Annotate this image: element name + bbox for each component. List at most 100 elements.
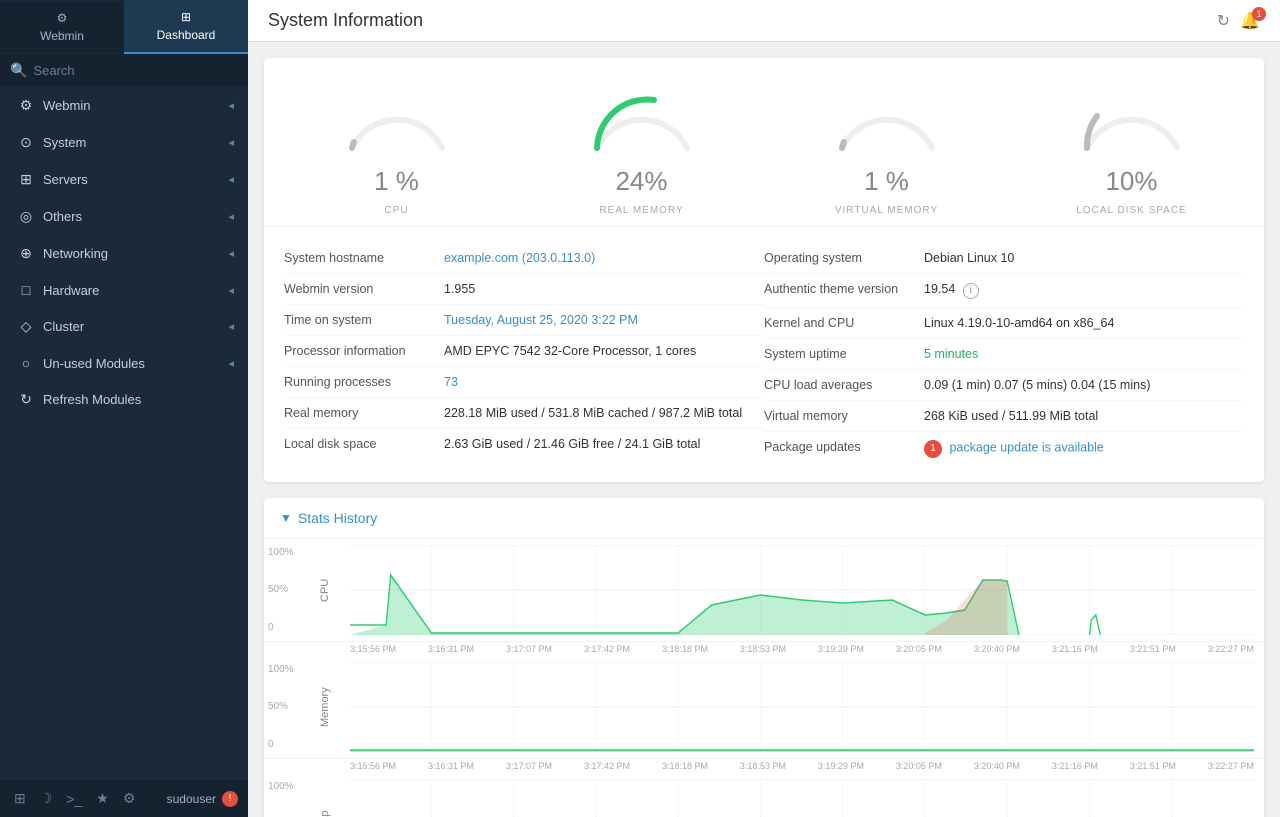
info-key-uptime: System uptime: [764, 347, 914, 361]
memory-chart-section: 100% 50% 0 Memory: [264, 656, 1264, 773]
real-memory-gauge-value: 24%: [615, 166, 667, 197]
local-disk-gauge-label: LOCAL DISK SPACE: [1076, 205, 1186, 216]
cpu-y-labels: 100% 50% 0: [264, 545, 300, 635]
cpu-chart-label: CPU: [300, 545, 350, 635]
info-row-package-updates: Package updates 1 package update is avai…: [764, 432, 1244, 466]
swap-chart-area: [350, 779, 1264, 817]
swap-chart-svg: [350, 779, 1254, 817]
cluster-nav-icon: ◇: [17, 318, 35, 335]
local-disk-gauge-svg: [1072, 78, 1192, 158]
info-val-load: 0.09 (1 min) 0.07 (5 mins) 0.04 (15 mins…: [924, 378, 1150, 392]
search-input[interactable]: [33, 63, 238, 78]
package-badge: 1: [924, 440, 942, 458]
gauges-row: 1 % CPU 24% REAL MEMORY: [264, 58, 1264, 227]
uptime-link[interactable]: 5 minutes: [924, 347, 978, 361]
sidebar-bottom: ⊞ ☽ >_ ★ ⚙ sudouser !: [0, 780, 248, 817]
networking-nav-icon: ⊕: [17, 245, 35, 262]
info-val-uptime: 5 minutes: [924, 347, 978, 361]
page-title: System Information: [268, 10, 423, 31]
dashboard-tab[interactable]: ⊞ Dashboard: [124, 0, 248, 54]
info-val-processor: AMD EPYC 7542 32-Core Processor, 1 cores: [444, 344, 696, 358]
sidebar-item-webmin[interactable]: ⚙ Webmin ◂: [0, 87, 248, 124]
swap-chart-section: 100% 50% 0 Swap: [264, 773, 1264, 817]
memory-chart-svg: [350, 662, 1254, 752]
x-label: 3:20:05 PM: [896, 644, 942, 654]
terminal-icon[interactable]: >_: [62, 789, 86, 809]
webmin-tab[interactable]: ⚙ Webmin: [0, 1, 124, 53]
info-val-theme-version: 19.54 i: [924, 282, 979, 299]
others-nav-icon: ◎: [17, 208, 35, 225]
webmin-label: Webmin: [40, 29, 84, 43]
x-label: 3:15:56 PM: [350, 761, 396, 771]
cpu-gauge-label: CPU: [384, 205, 408, 216]
memory-chart-area: [350, 662, 1264, 752]
star-icon[interactable]: ★: [92, 788, 113, 809]
refresh-icon[interactable]: ↻: [1217, 11, 1230, 31]
x-label: 3:17:07 PM: [506, 644, 552, 654]
sidebar-item-others[interactable]: ◎ Others ◂: [0, 198, 248, 235]
hostname-link[interactable]: example.com (203.0.113.0): [444, 251, 595, 265]
x-label: 3:16:31 PM: [428, 644, 474, 654]
info-val-webmin-version: 1.955: [444, 282, 475, 296]
sidebar-item-servers[interactable]: ⊞ Servers ◂: [0, 161, 248, 198]
moon-icon[interactable]: ☽: [36, 788, 57, 809]
servers-nav-icon: ⊞: [17, 171, 35, 188]
cpu-gauge-container: [337, 78, 457, 158]
info-key-time: Time on system: [284, 313, 434, 327]
info-val-hostname: example.com (203.0.113.0): [444, 251, 595, 265]
y-label-100: 100%: [268, 664, 296, 675]
memory-chart-label: Memory: [300, 662, 350, 752]
x-label: 3:19:29 PM: [818, 761, 864, 771]
cpu-gauge: 1 % CPU: [337, 78, 457, 216]
info-icon-button[interactable]: i: [963, 283, 979, 299]
info-row-load: CPU load averages 0.09 (1 min) 0.07 (5 m…: [764, 370, 1244, 401]
x-label: 3:17:42 PM: [584, 644, 630, 654]
alert-badge: !: [222, 791, 238, 807]
info-row-hostname: System hostname example.com (203.0.113.0…: [284, 243, 764, 274]
swap-chart-row: 100% 50% 0 Swap: [264, 773, 1264, 817]
cpu-gauge-svg: [337, 78, 457, 158]
memory-x-labels: 3:15:56 PM 3:16:31 PM 3:17:07 PM 3:17:42…: [264, 759, 1264, 773]
sidebar-item-label: Servers: [43, 172, 220, 187]
sidebar-item-system[interactable]: ⊙ System ◂: [0, 124, 248, 161]
cpu-red-area: [925, 580, 1007, 635]
collapse-icon[interactable]: ▼: [280, 511, 292, 525]
content-area: 1 % CPU 24% REAL MEMORY: [248, 42, 1280, 817]
real-memory-gauge: 24% REAL MEMORY: [582, 78, 702, 216]
notification-icon[interactable]: 🔔 1: [1240, 11, 1260, 31]
time-link[interactable]: Tuesday, August 25, 2020 3:22 PM: [444, 313, 638, 327]
refresh-nav-icon: ↻: [17, 391, 35, 408]
sidebar-item-networking[interactable]: ⊕ Networking ◂: [0, 235, 248, 272]
dashboard-icon-btn[interactable]: ⊞: [10, 788, 30, 809]
info-table: System hostname example.com (203.0.113.0…: [264, 227, 1264, 482]
chevron-right-icon: ◂: [228, 99, 234, 112]
topbar: System Information ↻ 🔔 1: [248, 0, 1280, 42]
sidebar-item-refresh-modules[interactable]: ↻ Refresh Modules: [0, 381, 248, 418]
notification-badge: 1: [1252, 7, 1266, 21]
settings-icon[interactable]: ⚙: [119, 788, 140, 809]
unused-nav-icon: ○: [17, 355, 35, 371]
hardware-nav-icon: □: [17, 282, 35, 298]
processes-link[interactable]: 73: [444, 375, 458, 389]
sidebar-item-hardware[interactable]: □ Hardware ◂: [0, 272, 248, 308]
cpu-chart-area: [350, 545, 1264, 635]
sidebar-item-cluster[interactable]: ◇ Cluster ◂: [0, 308, 248, 345]
info-val-virtual-memory: 268 KiB used / 511.99 MiB total: [924, 409, 1098, 423]
sidebar-item-unused-modules[interactable]: ○ Un-used Modules ◂: [0, 345, 248, 381]
y-label-0: 0: [268, 622, 296, 633]
x-label: 3:18:18 PM: [662, 644, 708, 654]
main-content: System Information ↻ 🔔 1: [248, 0, 1280, 817]
y-label-50: 50%: [268, 584, 296, 595]
info-row-time: Time on system Tuesday, August 25, 2020 …: [284, 305, 764, 336]
info-key-hostname: System hostname: [284, 251, 434, 265]
chevron-right-icon: ◂: [228, 320, 234, 333]
x-label: 3:16:31 PM: [428, 761, 474, 771]
info-row-processor: Processor information AMD EPYC 7542 32-C…: [284, 336, 764, 367]
package-update-link[interactable]: package update is available: [949, 440, 1103, 454]
stats-history-title: Stats History: [298, 510, 377, 526]
cpu-green-area: [350, 575, 1254, 635]
sidebar-item-label: Hardware: [43, 283, 220, 298]
sidebar-item-label: Cluster: [43, 319, 220, 334]
info-val-local-disk: 2.63 GiB used / 21.46 GiB free / 24.1 Gi…: [444, 437, 700, 451]
sidebar-item-label: Un-used Modules: [43, 356, 220, 371]
